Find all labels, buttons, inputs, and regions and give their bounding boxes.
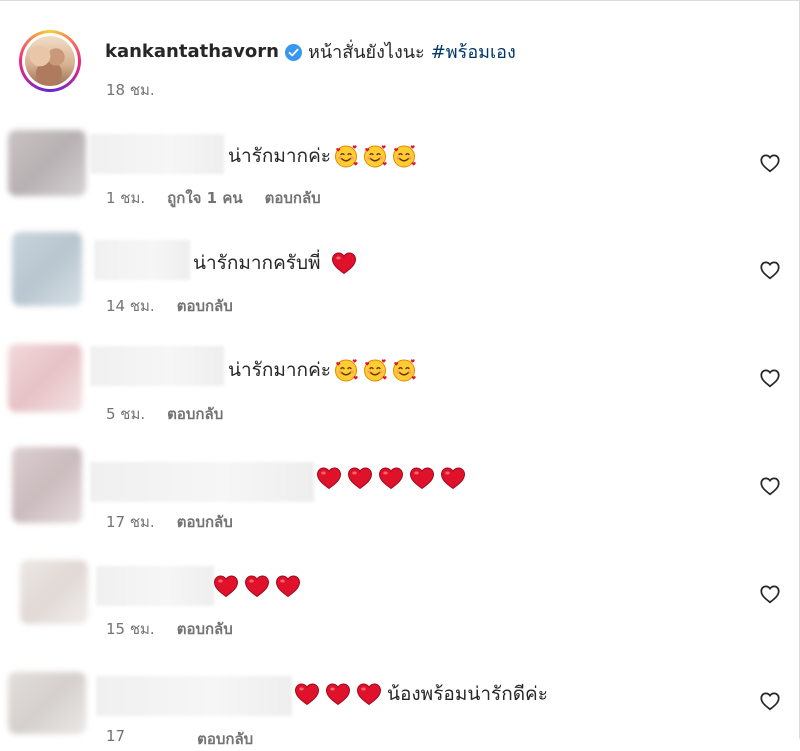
red-heart-emoji-icon bbox=[294, 682, 320, 706]
like-heart-icon[interactable] bbox=[759, 259, 781, 281]
comment-username-blurred[interactable] bbox=[96, 676, 292, 716]
red-heart-emoji-icon bbox=[356, 682, 382, 706]
smiling-face-with-hearts-emoji-icon bbox=[392, 144, 416, 168]
comment-text-label: น่ารักมากค่ะ bbox=[228, 359, 331, 381]
comment-text: น่ารักมากค่ะ bbox=[228, 358, 421, 382]
comment-time[interactable]: 5 ชม. bbox=[106, 402, 145, 426]
red-heart-emoji-icon bbox=[409, 466, 435, 490]
comment-text-label: น่ารักมากครับพี่ bbox=[193, 252, 321, 274]
post-author-avatar[interactable] bbox=[19, 30, 81, 92]
comment-text bbox=[213, 574, 306, 598]
comment-avatar[interactable] bbox=[20, 560, 88, 624]
smiling-face-with-hearts-emoji-icon bbox=[363, 144, 387, 168]
red-heart-emoji-icon bbox=[213, 574, 239, 598]
reply-button[interactable]: ตอบกลับ bbox=[265, 186, 321, 210]
red-heart-emoji-icon bbox=[347, 466, 373, 490]
comment-meta: 1 ชม. ถูกใจ 1 คน ตอบกลับ bbox=[106, 186, 321, 210]
comment-avatar[interactable] bbox=[8, 130, 86, 196]
red-heart-emoji-icon bbox=[440, 466, 466, 490]
comment-text: น่ารักมากค่ะ bbox=[228, 144, 421, 168]
comment-text: น่ารักมากครับพี่ bbox=[193, 251, 362, 275]
comment-meta: 17 ชม. ตอบกลับ bbox=[106, 510, 233, 534]
comment-avatar[interactable] bbox=[8, 672, 86, 734]
smiling-face-with-hearts-emoji-icon bbox=[334, 358, 358, 382]
comment-username-blurred[interactable] bbox=[90, 462, 314, 502]
comment-meta: 14 ชม. ตอบกลับ bbox=[106, 294, 233, 318]
comment-username-blurred[interactable] bbox=[96, 566, 214, 606]
like-heart-icon[interactable] bbox=[759, 583, 781, 605]
comment-avatar[interactable] bbox=[12, 447, 82, 523]
comment-text: น้องพร้อมน่ารักดีค่ะ bbox=[294, 682, 548, 706]
comment-username-blurred[interactable] bbox=[90, 134, 224, 174]
red-heart-emoji-icon bbox=[378, 466, 404, 490]
comment-emojis bbox=[294, 682, 387, 706]
reply-button[interactable]: ตอบกลับ bbox=[167, 402, 223, 426]
comment-username-blurred[interactable] bbox=[94, 240, 190, 280]
comment-emojis bbox=[213, 574, 306, 598]
comment-text-label: น่ารักมากค่ะ bbox=[228, 145, 331, 167]
comment-emojis bbox=[334, 358, 421, 382]
frame-top-border bbox=[0, 0, 800, 1]
post-username[interactable]: kankantathavorn bbox=[105, 41, 279, 62]
comment-text-label: น้องพร้อมน่ารักดีค่ะ bbox=[387, 683, 548, 705]
red-heart-emoji-icon bbox=[275, 574, 301, 598]
smiling-face-with-hearts-emoji-icon bbox=[334, 144, 358, 168]
comment-username-blurred[interactable] bbox=[90, 346, 224, 386]
reply-button[interactable]: ตอบกลับ bbox=[177, 617, 233, 641]
smiling-face-with-hearts-emoji-icon bbox=[363, 358, 387, 382]
red-heart-emoji-icon bbox=[331, 251, 357, 275]
comment-emojis bbox=[334, 144, 421, 168]
comment-meta: 15 ชม. ตอบกลับ bbox=[106, 617, 233, 641]
post-caption: kankantathavorn หน้าสั่นยังไงนะ #พร้อมเอ… bbox=[105, 37, 516, 66]
hashtag-link[interactable]: #พร้อมเอง bbox=[431, 37, 516, 66]
reply-button[interactable]: ตอบกลับ bbox=[197, 727, 253, 751]
red-heart-emoji-icon bbox=[316, 466, 342, 490]
smiling-face-with-hearts-emoji-icon bbox=[392, 358, 416, 382]
red-heart-emoji-icon bbox=[244, 574, 270, 598]
comment-meta: 5 ชม. ตอบกลับ bbox=[106, 402, 223, 426]
comment-likes-count[interactable]: ถูกใจ 1 คน bbox=[167, 186, 242, 210]
comment-time[interactable]: 17 ชม. bbox=[106, 510, 155, 534]
like-heart-icon[interactable] bbox=[759, 475, 781, 497]
post-timestamp[interactable]: 18 ชม. bbox=[106, 78, 155, 102]
like-heart-icon[interactable] bbox=[759, 367, 781, 389]
like-heart-icon[interactable] bbox=[759, 152, 781, 174]
comment-time[interactable]: 15 ชม. bbox=[106, 617, 155, 641]
reply-button[interactable]: ตอบกลับ bbox=[177, 510, 233, 534]
comment-time[interactable]: 1 ชม. bbox=[106, 186, 145, 210]
reply-button[interactable]: ตอบกลับ bbox=[177, 294, 233, 318]
verified-badge-icon bbox=[284, 44, 302, 61]
avatar-photo bbox=[25, 36, 75, 86]
comment-avatar[interactable] bbox=[12, 232, 82, 306]
comment-text bbox=[316, 466, 471, 490]
red-heart-emoji-icon bbox=[325, 682, 351, 706]
comment-meta: 17 ตอบกลับ bbox=[106, 727, 253, 751]
comment-time[interactable]: 14 ชม. bbox=[106, 294, 155, 318]
comment-emojis bbox=[316, 466, 471, 490]
comment-time[interactable]: 17 bbox=[106, 727, 125, 751]
caption-text: หน้าสั่นยังไงนะ bbox=[307, 42, 425, 63]
comment-avatar[interactable] bbox=[8, 344, 82, 412]
comment-emojis bbox=[331, 251, 362, 275]
like-heart-icon[interactable] bbox=[759, 690, 781, 712]
